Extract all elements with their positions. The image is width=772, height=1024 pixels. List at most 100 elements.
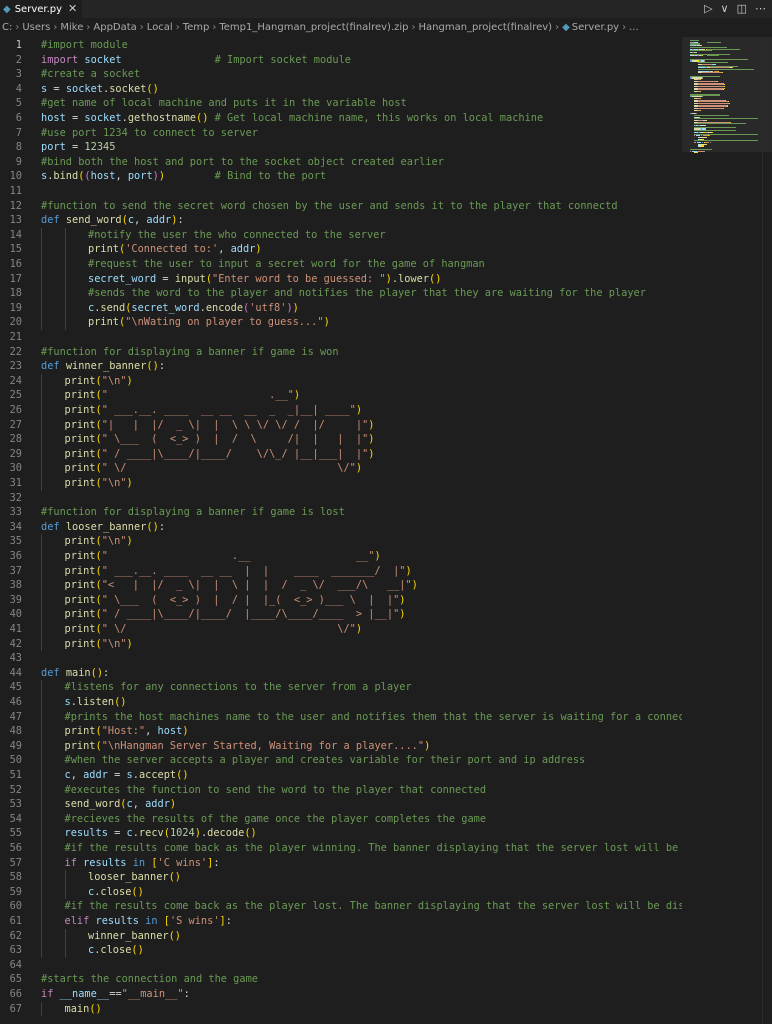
line-number: 64 xyxy=(9,958,22,971)
code-line[interactable]: 57 if results in ['C wins']: xyxy=(0,855,682,871)
code-line[interactable]: 42 print("\n") xyxy=(0,636,682,652)
code-line[interactable]: 47 #prints the host machines name to the … xyxy=(0,709,682,725)
code-line[interactable]: 38 print("< | |/ _ \| | \ | | / _ \/ ___/… xyxy=(0,578,682,593)
code-text: print(" ___.__. ____ __ __ __ _ _|__| __… xyxy=(65,403,363,418)
code-token: main xyxy=(64,1002,90,1015)
code-line[interactable]: 65 #starts the connection and the game xyxy=(0,972,682,987)
code-line[interactable]: 59 c.close() xyxy=(0,884,682,900)
code-line[interactable]: 26 print(" ___.__. ____ __ __ __ _ _|__| … xyxy=(0,403,682,418)
code-editor[interactable]: 1 #import module 2 import socket # Import s… xyxy=(0,37,682,1024)
breadcrumb-item[interactable]: Users xyxy=(22,22,50,33)
breadcrumb-item[interactable]: Server.py xyxy=(572,22,619,33)
code-line[interactable]: 48 print("Host:", host) xyxy=(0,724,682,739)
breadcrumb-item[interactable]: ... xyxy=(629,22,639,33)
breadcrumb-item[interactable]: Local xyxy=(147,22,173,33)
code-line[interactable]: 15 print('Connected to:', addr) xyxy=(0,242,682,257)
code-token: "\nHangman Server Started, Waiting for a… xyxy=(101,739,425,752)
code-line[interactable]: 8 port = 12345 xyxy=(0,140,682,155)
code-line[interactable]: 32 xyxy=(0,491,682,506)
code-line[interactable]: 37 print(" ___.__. ____ __ __ | | ____ __… xyxy=(0,563,682,579)
code-line[interactable]: 13 def send_word(c, addr): xyxy=(0,213,682,228)
code-line[interactable]: 27 print("| | |/ _ \| | \ \ \/ \/ / |/ |"… xyxy=(0,417,682,433)
code-line[interactable]: 50 #when the server accepts a player and … xyxy=(0,753,682,768)
code-line[interactable]: 24 print("\n") xyxy=(0,373,682,389)
code-line[interactable]: 55 results = c.recv(1024).decode() xyxy=(0,826,682,841)
line-number: 53 xyxy=(9,798,22,811)
code-line[interactable]: 2 import socket # Import socket module xyxy=(0,53,682,68)
code-line[interactable]: 3 #create a socket xyxy=(0,67,682,82)
breadcrumb-item[interactable]: Mike xyxy=(60,22,83,33)
code-line[interactable]: 31 print("\n") xyxy=(0,476,682,491)
code-token: " \___ ( <_> ) | / \ /| | | |" xyxy=(101,433,369,446)
code-line[interactable]: 35 print("\n") xyxy=(0,534,682,549)
code-line[interactable]: 5 #get name of local machine and puts it … xyxy=(0,96,682,111)
code-line[interactable]: 63 c.close() xyxy=(0,943,682,958)
code-line[interactable]: 4 s = socket.socket() xyxy=(0,82,682,97)
minimap-token xyxy=(728,102,730,105)
vertical-scrollbar[interactable] xyxy=(762,37,772,1024)
code-line[interactable]: 14 #notify the user the who connected to … xyxy=(0,227,682,243)
code-line[interactable]: 61 elif results in ['S wins']: xyxy=(0,914,682,929)
more-actions-icon[interactable]: ⋯ xyxy=(755,2,766,15)
code-line[interactable]: 52 #executes the function to send the wor… xyxy=(0,782,682,798)
code-line[interactable]: 64 xyxy=(0,958,682,973)
code-line[interactable]: 67 main() xyxy=(0,1001,682,1017)
code-line[interactable]: 51 c, addr = s.accept() xyxy=(0,768,682,783)
code-line[interactable]: 41 print(" \/ \/") xyxy=(0,622,682,637)
code-line[interactable]: 30 print(" \/ \/") xyxy=(0,461,682,476)
code-line[interactable]: 23 def winner_banner(): xyxy=(0,359,682,374)
code-token: "Host:" xyxy=(101,725,146,738)
breadcrumb-item[interactable]: Temp xyxy=(183,22,210,33)
code-line[interactable]: 25 print(" .__") xyxy=(0,388,682,403)
code-line[interactable]: 29 print(" / ____|\____/|____/ \/\_/ |__|… xyxy=(0,446,682,462)
code-line[interactable]: 21 xyxy=(0,330,682,345)
code-line[interactable]: 19 c.send(secret_word.encode('utf8')) xyxy=(0,300,682,316)
code-line[interactable]: 39 print(" \___ ( <_> ) | / | |_( <_> )__… xyxy=(0,592,682,608)
breadcrumb-item[interactable]: AppData xyxy=(93,22,136,33)
code-line[interactable]: 11 xyxy=(0,184,682,199)
code-line[interactable]: 17 secret_word = input("Enter word to be … xyxy=(0,271,682,287)
code-line[interactable]: 22 #function for displaying a banner if g… xyxy=(0,345,682,360)
code-line[interactable]: 10 s.bind((host, port)) # Bind to the por… xyxy=(0,169,682,184)
code-line[interactable]: 54 #recieves the results of the game once… xyxy=(0,811,682,827)
code-text: #function for displaying a banner if gam… xyxy=(41,505,345,520)
code-line[interactable]: 66 if __name__=="__main__": xyxy=(0,987,682,1002)
code-line[interactable]: 12 #function to send the secret word chos… xyxy=(0,199,682,214)
code-line[interactable]: 33 #function for displaying a banner if g… xyxy=(0,505,682,520)
minimap[interactable] xyxy=(682,37,772,1024)
code-line[interactable]: 49 print("\nHangman Server Started, Waiti… xyxy=(0,738,682,754)
code-line[interactable]: 58 looser_banner() xyxy=(0,870,682,885)
breadcrumb-item[interactable]: Temp1_Hangman_project(finalrev).zip xyxy=(219,22,408,33)
code-line[interactable]: 18 #sends the word to the player and noti… xyxy=(0,286,682,301)
code-token: " \___ ( <_> ) | / | |_( <_> )___ \ | |" xyxy=(101,593,400,606)
code-line[interactable]: 45 #listens for any connections to the se… xyxy=(0,680,682,695)
split-editor-icon[interactable]: ◫ xyxy=(737,2,747,15)
code-line[interactable]: 43 xyxy=(0,651,682,666)
code-line[interactable]: 36 print(" .__ __") xyxy=(0,549,682,564)
code-line[interactable]: 28 print(" \___ ( <_> ) | / \ /| | | |") xyxy=(0,432,682,447)
code-line[interactable]: 9 #bind both the host and port to the soc… xyxy=(0,155,682,170)
breadcrumb-item[interactable]: C: xyxy=(2,22,12,33)
close-icon[interactable]: ✕ xyxy=(68,2,77,15)
code-line[interactable]: 7 #use port 1234 to connect to server xyxy=(0,126,682,141)
run-icon[interactable]: ▷ xyxy=(704,2,712,15)
code-line[interactable]: 34 def looser_banner(): xyxy=(0,520,682,535)
code-line[interactable]: 53 send_word(c, addr) xyxy=(0,797,682,812)
code-line[interactable]: 44 def main(): xyxy=(0,666,682,681)
tab-server-py[interactable]: ◆ Server.py ✕ xyxy=(0,0,82,18)
minimap-token xyxy=(707,55,719,57)
code-line[interactable]: 56 #if the results come back as the playe… xyxy=(0,841,682,856)
code-line[interactable]: 16 #request the user to input a secret wo… xyxy=(0,257,682,272)
code-line[interactable]: 62 winner_banner() xyxy=(0,928,682,944)
breadcrumb-item[interactable]: Hangman_project(finalrev) xyxy=(419,22,553,33)
code-line[interactable]: 40 print(" / ____|\____/|____/ |____/\___… xyxy=(0,607,682,622)
code-line[interactable]: 6 host = socket.gethostname() # Get local… xyxy=(0,111,682,126)
code-line[interactable]: 20 print("\nWating on player to guess..."… xyxy=(0,315,682,330)
code-line[interactable]: 46 s.listen() xyxy=(0,695,682,710)
code-line[interactable]: 1 #import module xyxy=(0,38,682,53)
chevron-down-icon[interactable]: ∨ xyxy=(721,2,729,15)
code-line[interactable]: 60 #if the results come back as the playe… xyxy=(0,899,682,914)
minimap-token xyxy=(702,145,704,147)
code-token: results xyxy=(83,856,127,869)
indent-guide xyxy=(64,286,66,301)
